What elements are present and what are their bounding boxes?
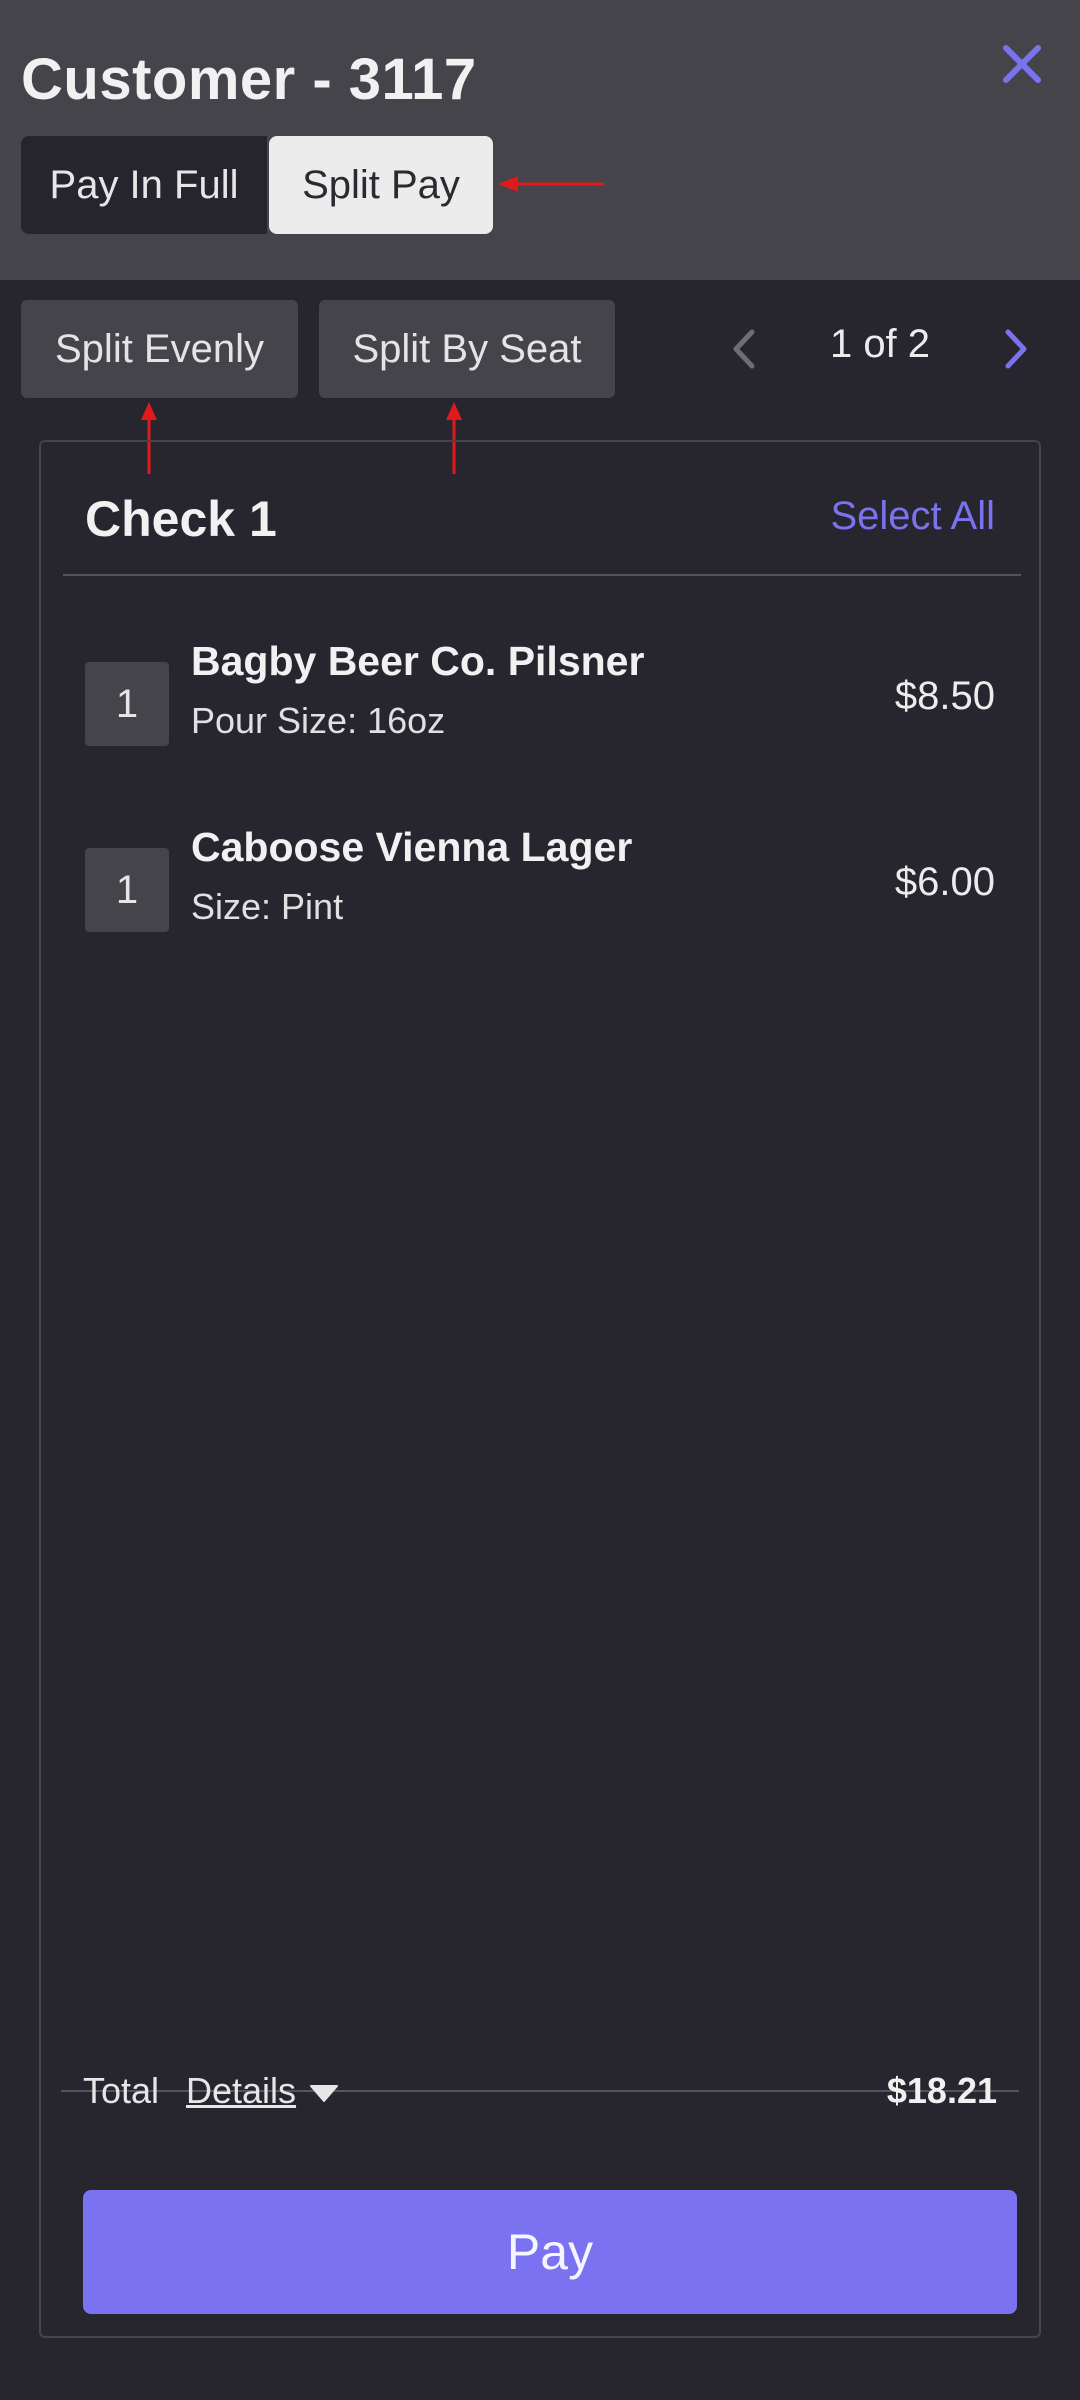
split-by-seat-button[interactable]: Split By Seat xyxy=(319,300,615,398)
check-card: Check 1 Select All 1 Bagby Beer Co. Pils… xyxy=(39,440,1041,2338)
details-toggle[interactable] xyxy=(309,2082,339,2104)
pay-button[interactable]: Pay xyxy=(83,2190,1017,2314)
list-item[interactable]: 1 Caboose Vienna Lager Size: Pint $6.00 xyxy=(41,824,1039,944)
item-modifier: Pour Size: 16oz xyxy=(191,700,446,741)
select-all-link[interactable]: Select All xyxy=(830,494,995,539)
chevron-left-icon xyxy=(733,329,755,369)
item-price: $6.00 xyxy=(894,860,995,904)
item-name: Caboose Vienna Lager xyxy=(191,824,633,870)
chevron-right-icon xyxy=(1005,329,1027,369)
close-icon xyxy=(1003,45,1041,83)
item-modifier: Size: Pint xyxy=(191,886,344,927)
check-pager-label: 1 of 2 xyxy=(829,322,931,366)
item-name: Bagby Beer Co. Pilsner xyxy=(191,638,645,684)
check-title: Check 1 xyxy=(85,491,277,547)
quantity-box[interactable]: 1 xyxy=(85,848,169,932)
split-evenly-button[interactable]: Split Evenly xyxy=(21,300,298,398)
tab-split-pay[interactable]: Split Pay xyxy=(269,136,493,234)
caret-down-icon xyxy=(310,2085,338,2102)
close-button[interactable] xyxy=(996,38,1048,90)
quantity-box[interactable]: 1 xyxy=(85,662,169,746)
previous-check-button[interactable] xyxy=(724,326,764,372)
item-price: $8.50 xyxy=(894,674,995,718)
list-item[interactable]: 1 Bagby Beer Co. Pilsner Pour Size: 16oz… xyxy=(41,638,1039,758)
header: Customer - 3117 Pay In Full Split Pay xyxy=(0,0,1080,280)
page-title: Customer - 3117 xyxy=(21,47,477,112)
tab-pay-in-full[interactable]: Pay In Full xyxy=(21,136,267,234)
divider xyxy=(63,574,1021,576)
details-link[interactable]: Details xyxy=(186,2070,296,2112)
next-check-button[interactable] xyxy=(996,326,1036,372)
